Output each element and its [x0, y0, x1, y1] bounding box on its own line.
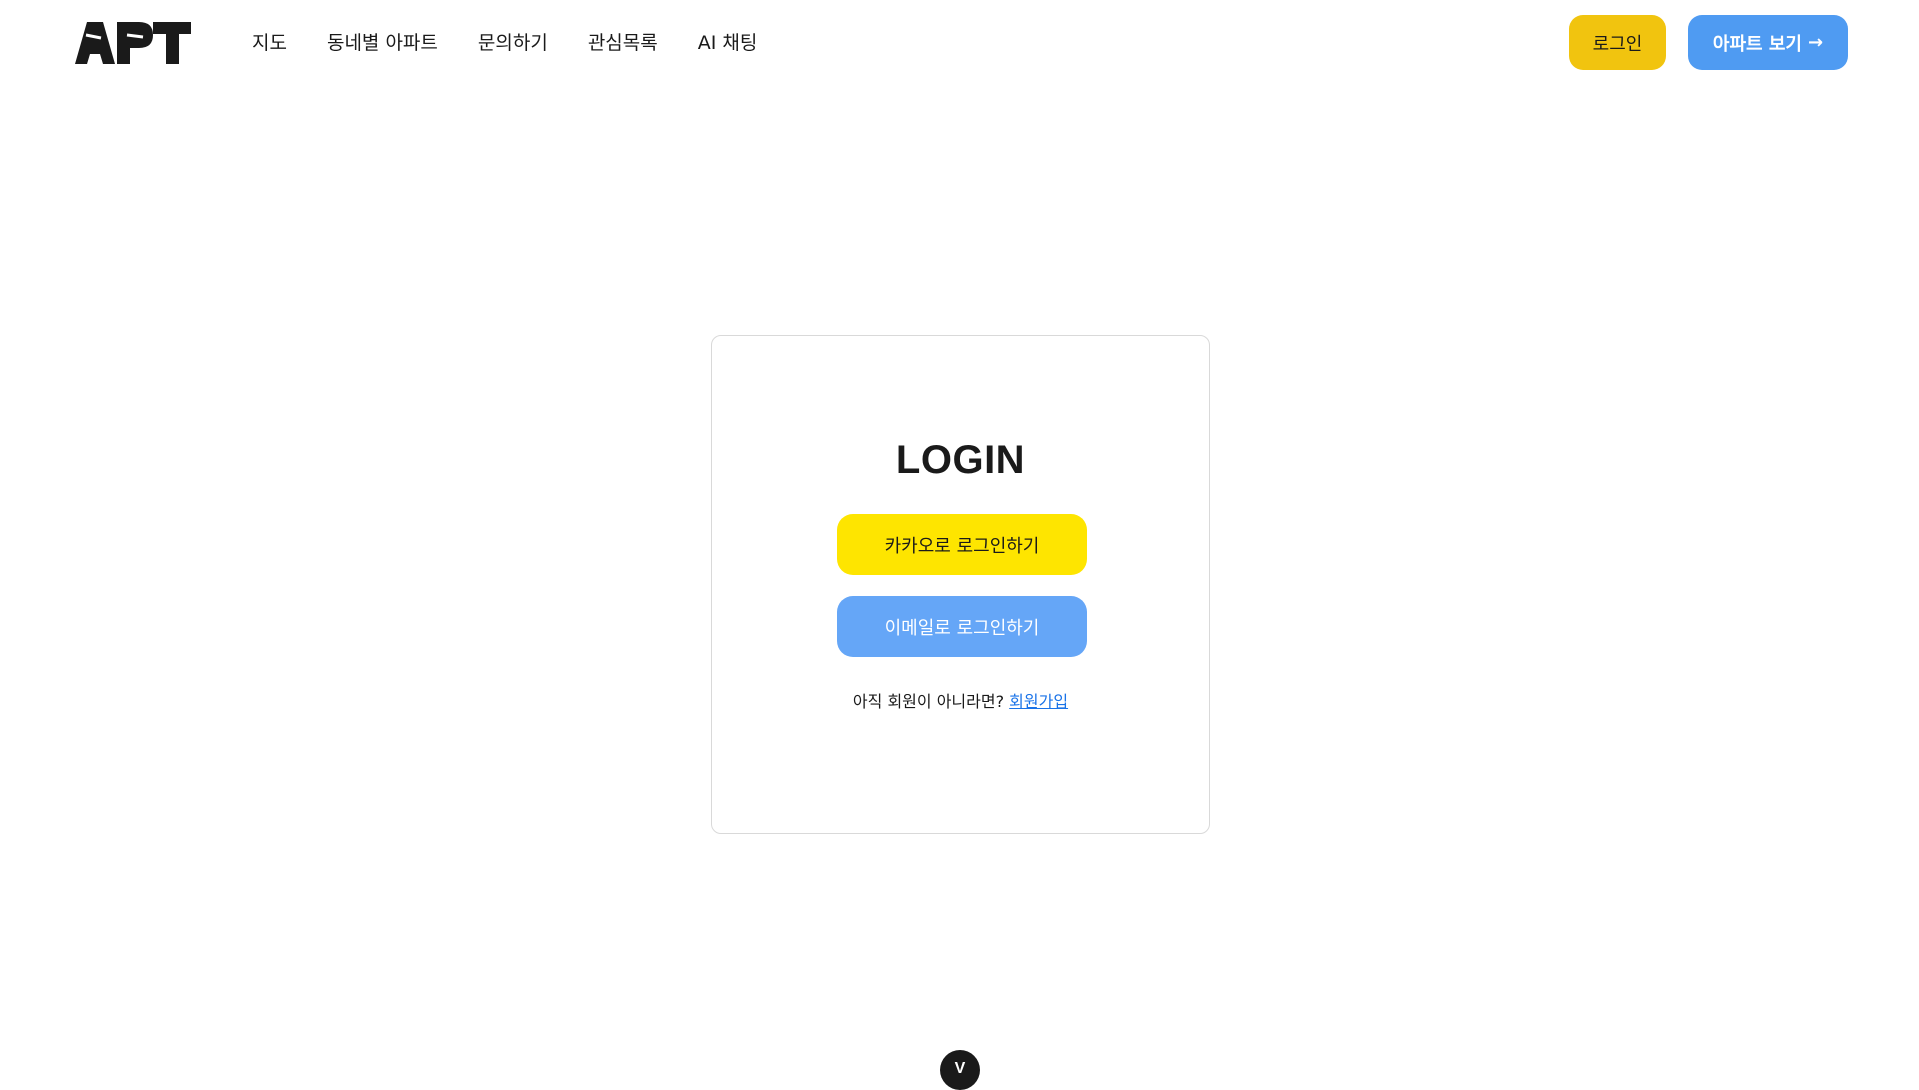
signup-link[interactable]: 회원가입 [1009, 692, 1068, 711]
header-login-button[interactable]: 로그인 [1569, 15, 1666, 70]
kakao-login-button[interactable]: 카카오로 로그인하기 [837, 514, 1087, 575]
kakao-login-label: 카카오로 로그인하기 [884, 535, 1040, 557]
nav-item-inquiry[interactable]: 문의하기 [478, 26, 548, 60]
nav-item-ai-chat[interactable]: AI 채팅 [698, 26, 758, 60]
apt-logo-mark [75, 22, 191, 64]
email-login-label: 이메일로 로그인하기 [884, 617, 1040, 639]
login-card: LOGIN 카카오로 로그인하기 이메일로 로그인하기 아직 회원이 아니라면?… [711, 335, 1210, 834]
email-login-button[interactable]: 이메일로 로그인하기 [837, 596, 1087, 657]
chevron-down-icon: V [954, 1060, 966, 1077]
top-navigation-bar: 지도 동네별 아파트 문의하기 관심목록 AI 채팅 로그인 아파트 보기 → [0, 0, 1919, 86]
header-login-label: 로그인 [1592, 33, 1643, 55]
apt-logo[interactable] [75, 22, 191, 64]
main-nav: 지도 동네별 아파트 문의하기 관심목록 AI 채팅 [252, 26, 757, 60]
nav-item-map[interactable]: 지도 [252, 26, 287, 60]
view-apartments-label: 아파트 보기 [1712, 33, 1802, 55]
scroll-down-button[interactable]: V [940, 1050, 980, 1090]
signup-prompt-row: 아직 회원이 아니라면? 회원가입 [712, 688, 1209, 712]
arrow-right-icon: → [1807, 32, 1824, 53]
view-apartments-button[interactable]: 아파트 보기 → [1688, 15, 1848, 70]
signup-prompt-text: 아직 회원이 아니라면? [852, 692, 1005, 711]
login-title: LOGIN [895, 438, 1026, 482]
nav-item-favorites[interactable]: 관심목록 [588, 26, 658, 60]
nav-item-neighborhood-apartments[interactable]: 동네별 아파트 [327, 26, 438, 60]
